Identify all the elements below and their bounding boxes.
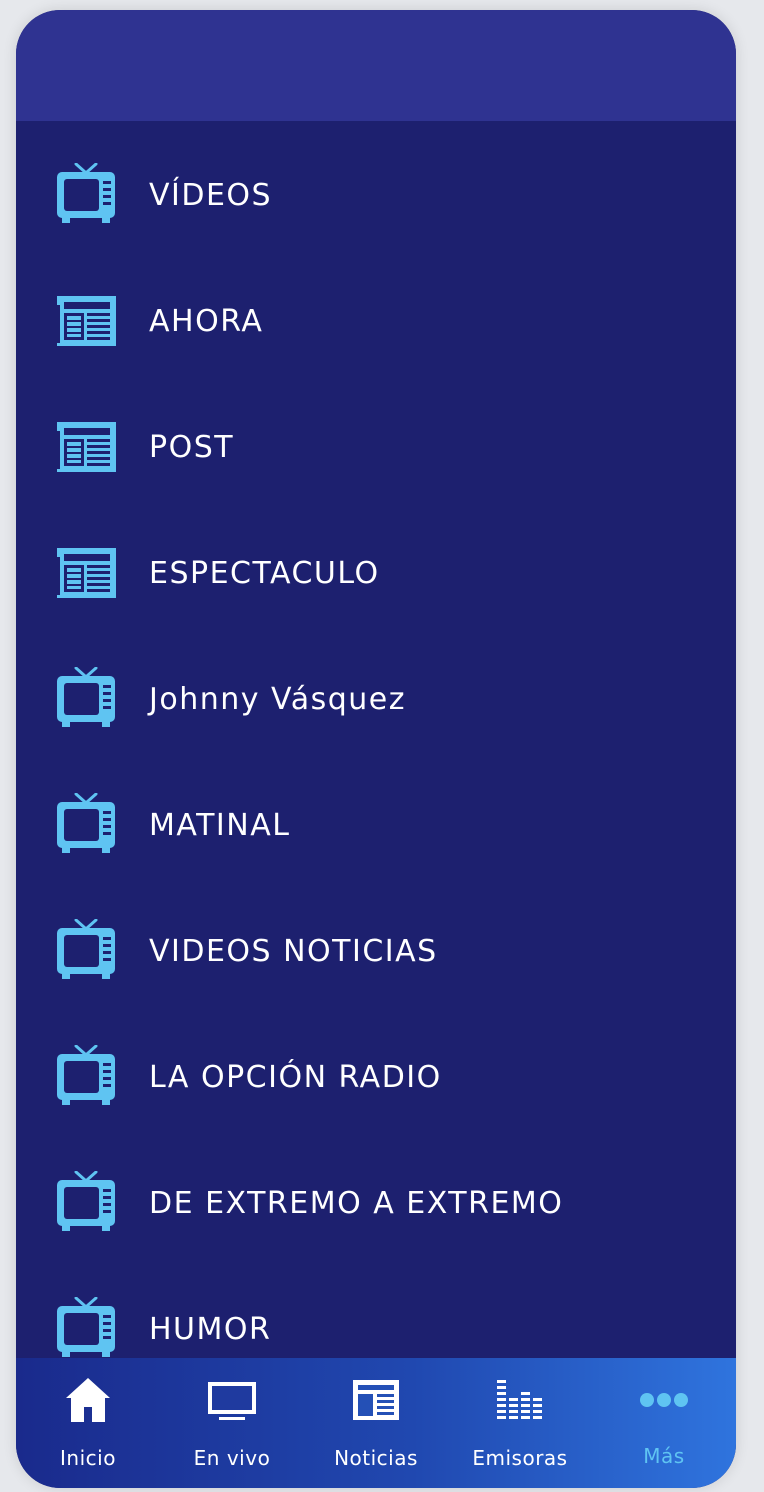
menu-item-videos-noticias[interactable]: VIDEOS NOTICIAS [16,888,736,1014]
tab-label: Más [643,1444,685,1468]
monitor-icon [208,1382,256,1420]
menu-item-label: HUMOR [149,1311,272,1347]
bottom-tab-bar: Inicio En vivo Noticias Emisoras Más [16,1358,736,1488]
menu-item-post[interactable]: POST [16,384,736,510]
menu-item-espectaculo[interactable]: ESPECTACULO [16,510,736,636]
tab-label: Noticias [334,1446,418,1470]
tv-icon [54,163,118,227]
newspaper-icon [54,541,118,605]
menu-item-label: AHORA [149,303,264,339]
tv-icon [54,919,118,983]
menu-item-de-extremo-a-extremo[interactable]: DE EXTREMO A EXTREMO [16,1140,736,1266]
tab-emisoras[interactable]: Emisoras [448,1358,592,1488]
menu-item-johnny-vasquez[interactable]: Johnny Vásquez [16,636,736,762]
menu-item-label: Johnny Vásquez [149,681,407,717]
menu-item-humor[interactable]: HUMOR [16,1266,736,1358]
menu-item-videos[interactable]: VÍDEOS [16,132,736,258]
tv-icon [54,667,118,731]
menu-item-la-opcion-radio[interactable]: LA OPCIÓN RADIO [16,1014,736,1140]
tv-icon [54,1171,118,1235]
menu-item-label: LA OPCIÓN RADIO [149,1059,442,1095]
menu-item-matinal[interactable]: MATINAL [16,762,736,888]
menu-item-label: MATINAL [149,807,291,843]
newspaper-icon [353,1380,399,1420]
more-dots-icon [640,1393,688,1407]
more-menu-list[interactable]: VÍDEOS AHORA POST ESPECTACULO Johnny Vás… [16,121,736,1358]
menu-item-label: VIDEOS NOTICIAS [149,933,438,969]
menu-item-ahora[interactable]: AHORA [16,258,736,384]
tab-label: Emisoras [472,1446,568,1470]
menu-item-label: ESPECTACULO [149,555,380,591]
newspaper-icon [54,289,118,353]
menu-item-label: POST [149,429,235,465]
tab-en-vivo[interactable]: En vivo [160,1358,304,1488]
tab-label: En vivo [193,1446,271,1470]
tab-mas[interactable]: Más [592,1358,736,1488]
app-screen: VÍDEOS AHORA POST ESPECTACULO Johnny Vás… [16,10,736,1488]
tv-icon [54,1045,118,1109]
newspaper-icon [54,415,118,479]
tab-label: Inicio [60,1446,116,1470]
menu-item-label: VÍDEOS [149,177,273,213]
tv-icon [54,793,118,857]
tv-icon [54,1297,118,1358]
menu-item-label: DE EXTREMO A EXTREMO [149,1185,564,1221]
tab-noticias[interactable]: Noticias [304,1358,448,1488]
home-icon [66,1378,110,1422]
tab-inicio[interactable]: Inicio [16,1358,160,1488]
equalizer-icon [497,1380,542,1419]
app-header [16,10,736,121]
